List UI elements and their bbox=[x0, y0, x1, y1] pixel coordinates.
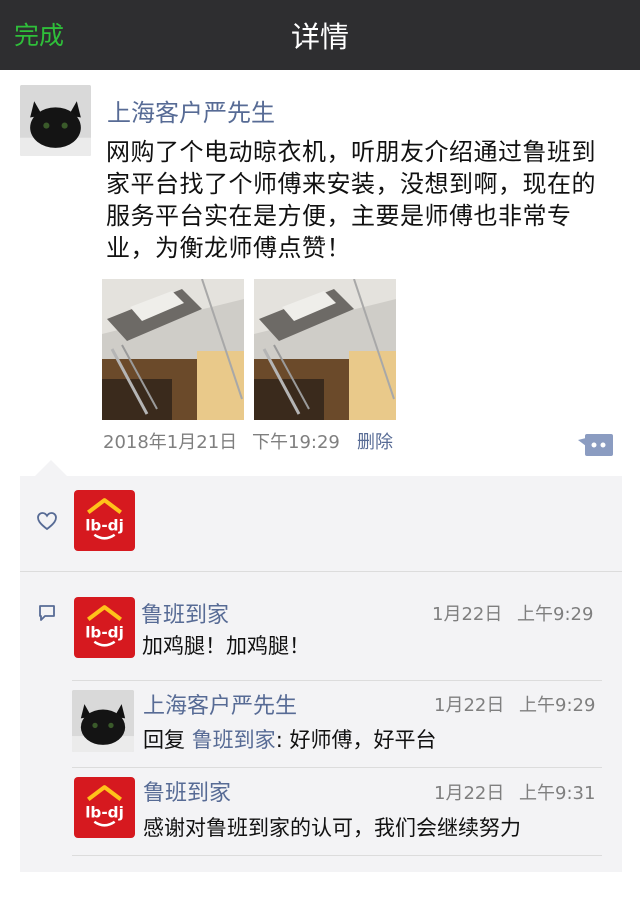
comment-avatar-customer[interactable] bbox=[72, 690, 134, 752]
brand-logo-text: lb-dj bbox=[85, 804, 124, 822]
comment-author[interactable]: 鲁班到家 bbox=[143, 775, 231, 807]
nav-bar: 完成 详情 bbox=[0, 0, 640, 70]
brand-logo-text: lb-dj bbox=[85, 517, 124, 535]
panel-caret bbox=[35, 460, 67, 476]
comment-divider bbox=[72, 680, 602, 681]
brand-logo-text: lb-dj bbox=[85, 624, 124, 642]
comment-divider bbox=[72, 767, 602, 768]
comment-time: 上午9:31 bbox=[519, 783, 596, 804]
comment-divider bbox=[72, 855, 602, 856]
page-title: 详情 bbox=[290, 20, 349, 54]
heart-icon bbox=[36, 510, 58, 532]
post-photo-2[interactable] bbox=[254, 279, 396, 420]
post-text: 网购了个电动晾衣机，听朋友介绍通过鲁班到家平台找了个师傅来安装，没想到啊，现在的… bbox=[106, 138, 596, 262]
post-photo-1[interactable] bbox=[102, 279, 244, 420]
like-avatar-lbdj[interactable]: lb-dj bbox=[74, 490, 135, 551]
comment-author[interactable]: 鲁班到家 bbox=[141, 597, 229, 629]
delete-link[interactable]: 删除 bbox=[357, 428, 393, 454]
comment-author[interactable]: 上海客户严先生 bbox=[143, 688, 297, 720]
comment-date: 1月22日 bbox=[432, 604, 503, 625]
comment-avatar-lbdj[interactable]: lb-dj bbox=[74, 777, 135, 838]
comment-time: 上午9:29 bbox=[517, 604, 594, 625]
likes-divider bbox=[20, 571, 622, 572]
comment-text: 感谢对鲁班到家的认可，我们会继续努力 bbox=[143, 816, 521, 840]
comment-date: 1月22日 bbox=[434, 695, 505, 716]
comment-text: 回复 鲁班到家: 好师傅，好平台 bbox=[143, 724, 436, 754]
post-time: 下午19:29 bbox=[252, 432, 340, 453]
reply-prefix: 回复 bbox=[143, 728, 185, 752]
comment-text: 加鸡腿！加鸡腿！ bbox=[142, 634, 310, 658]
post-date: 2018年1月21日 bbox=[103, 432, 238, 453]
comment-bubble-icon bbox=[37, 603, 57, 623]
reply-text: : 好师傅，好平台 bbox=[275, 728, 437, 752]
reply-to-name[interactable]: 鲁班到家 bbox=[192, 728, 276, 752]
comment-date: 1月22日 bbox=[434, 783, 505, 804]
comment-time: 上午9:29 bbox=[519, 695, 596, 716]
post-author-name[interactable]: 上海客户严先生 bbox=[107, 93, 275, 128]
author-avatar[interactable] bbox=[20, 85, 91, 156]
comment-avatar-lbdj[interactable]: lb-dj bbox=[74, 597, 135, 658]
comment-more-icon[interactable] bbox=[578, 432, 614, 458]
